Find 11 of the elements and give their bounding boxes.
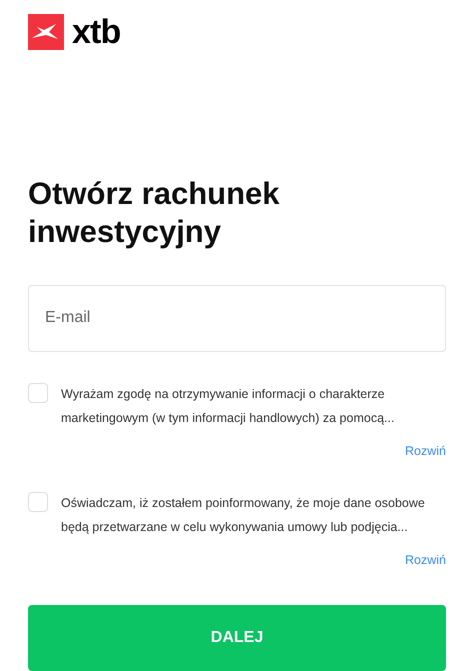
- expand-link[interactable]: Rozwiń: [405, 442, 446, 461]
- consent-text: Wyrażam zgodę na otrzymywanie informacji o charakterze marketingowym (w tym informacji handlowych) za pomocą...: [61, 386, 396, 427]
- logo-text: xtb: [72, 15, 120, 49]
- expand-link[interactable]: Rozwiń: [405, 550, 446, 570]
- email-field[interactable]: E-mail: [28, 285, 446, 352]
- consent-text: Oświadczam, iż zostałem poinformowany, że moje dane osobowe będą przetwarzane w celu wykonywania umowy lub podjęcia...: [61, 494, 426, 536]
- consent-checkbox[interactable]: [28, 492, 48, 512]
- logo-icon: [28, 14, 64, 50]
- consent-checkbox[interactable]: [28, 382, 48, 403]
- page-heading: Otwórz rachunek inwestycyjny: [28, 175, 280, 251]
- next-button[interactable]: DALEJ: [28, 605, 446, 671]
